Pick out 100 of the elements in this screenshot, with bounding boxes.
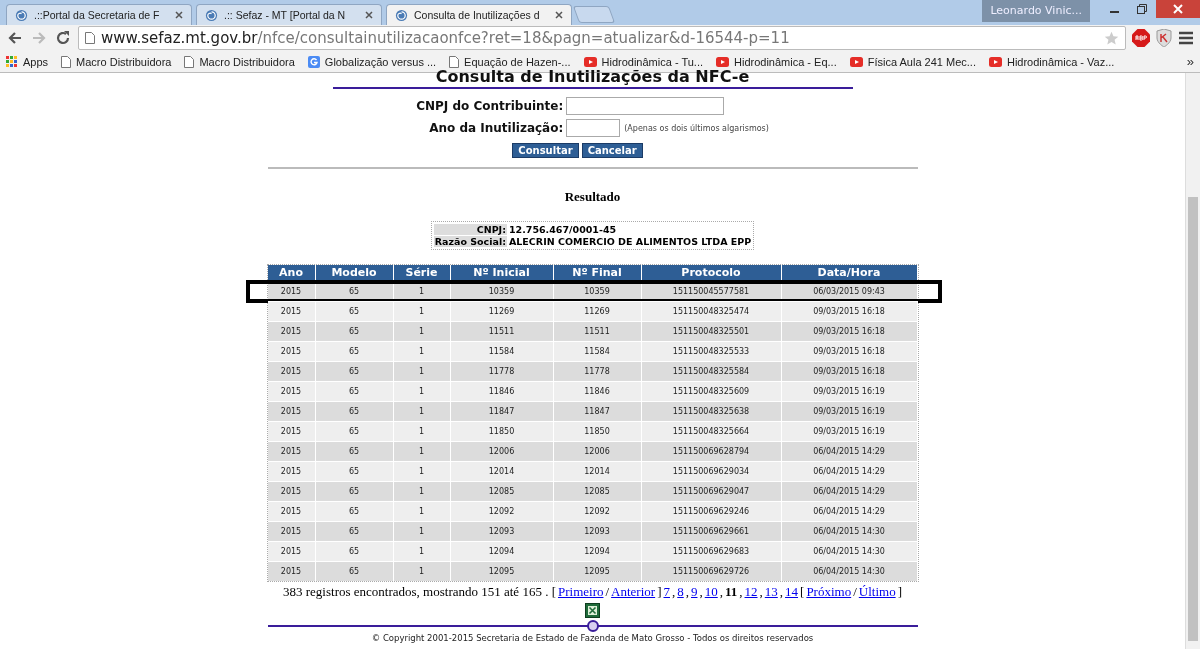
input-field[interactable] [566,119,621,137]
table-cell: 09/03/2015 16:18 [781,341,918,361]
table-cell: 09/03/2015 16:19 [781,381,918,401]
table-cell: 151150048325501 [641,321,782,341]
table-cell: 06/03/2015 09:43 [781,281,918,301]
result-heading: Resultado [564,189,621,205]
table-cell: 12093 [553,521,642,541]
close-icon[interactable] [365,11,373,19]
pagination-link[interactable]: Anterior [611,584,656,600]
table-cell: 2015 [267,461,316,481]
table-cell: 1 [393,381,451,401]
table-cell: 10359 [450,281,554,301]
table-cell: 1 [393,341,451,361]
bookmark-link[interactable]: Apps [6,55,49,68]
page-icon [85,32,95,44]
more-bookmarks-button[interactable]: » [1186,54,1194,69]
table-cell: 65 [315,541,394,561]
table-cell: 12014 [553,461,642,481]
pagination-link[interactable]: 12 [744,584,758,600]
page-title: Consulta de Inutilizações da NFC-e [332,67,853,89]
table-cell: 2015 [267,521,316,541]
form-button[interactable]: Consultar [512,143,579,158]
scrollbar[interactable] [1185,73,1200,649]
table-cell: 65 [315,401,394,421]
bookmark-link[interactable]: Hidrodinâmica - Tu... [583,55,703,68]
browser-tab[interactable]: .:: Sefaz - MT [Portal da N [196,4,382,25]
pagination-link[interactable]: 14 [785,584,799,600]
close-icon[interactable] [555,11,563,19]
menu-icon[interactable] [1178,31,1194,45]
pagination-text: , [719,584,723,600]
bookmark-link[interactable]: Globalização versus ... [307,55,437,68]
pagination-link[interactable]: 8 [677,584,684,600]
table-cell: 1 [393,361,451,381]
table-cell: 09/03/2015 16:18 [781,301,918,321]
pagination-text: / [605,584,610,600]
table-cell: 2015 [267,561,316,581]
table-cell: 12094 [450,541,554,561]
pagination-link[interactable]: Último [858,584,896,600]
table-cell: 12014 [450,461,554,481]
table-cell: 65 [315,341,394,361]
pagination-text: , [779,584,784,600]
table-cell: 65 [315,421,394,441]
table-cell: 10359 [553,281,642,301]
table-cell: 06/04/2015 14:30 [781,541,918,561]
table-cell: 65 [315,301,394,321]
column-header: Ano [267,265,316,281]
table-cell: 11778 [553,361,642,381]
swirl-icon [15,8,28,22]
pagination-link[interactable]: 9 [691,584,698,600]
star-icon[interactable] [1104,30,1119,46]
apps-grid-icon [6,55,18,68]
table-cell: 11778 [450,361,554,381]
table-cell: 65 [315,521,394,541]
input-field[interactable] [566,97,725,115]
swirl-icon [395,8,408,22]
spreadsheet-icon[interactable] [585,603,600,618]
shield-icon[interactable] [1156,29,1172,47]
bookmark-link[interactable]: Hidrodinâmica - Eq... [716,55,837,68]
bookmark-link[interactable]: Macro Distribuidora [184,55,295,68]
table-cell: 1 [393,461,451,481]
page-icon [61,55,72,68]
pagination-link[interactable]: Próximo [806,584,852,600]
table-cell: 151150048325533 [641,341,782,361]
table-cell: 06/04/2015 14:29 [781,461,918,481]
pagination-link[interactable]: 10 [704,584,718,600]
pagination-link[interactable]: 7 [663,584,670,600]
bookmark-link[interactable]: Hidrodinâmica - Vaz... [988,55,1115,68]
browser-tab[interactable]: .::Portal da Secretaria de F [6,4,192,25]
play-icon [849,56,863,67]
table-cell: 2015 [267,321,316,341]
bookmark-link[interactable]: Física Aula 241 Mec... [849,55,976,68]
table-cell: 12095 [553,561,642,581]
table-cell: 1 [393,561,451,581]
pagination-link[interactable]: Primeiro [557,584,604,600]
stop-sign-icon[interactable] [1132,29,1150,47]
table-cell: 11269 [450,301,554,321]
table-cell: 65 [315,441,394,461]
browser-tab[interactable]: Consulta de Inutilizações d [386,4,572,25]
scrollbar-thumb[interactable] [1188,197,1198,641]
column-header: Data/Hora [781,265,918,281]
column-header: Protocolo [641,265,782,281]
field-label: Ano da Inutilização: [428,121,564,135]
table-cell: 151150048325609 [641,381,782,401]
table-cell: 151150069629683 [641,541,782,561]
table-cell: 11846 [553,381,642,401]
table-cell: 151150048325638 [641,401,782,421]
table-cell: 09/03/2015 16:19 [781,421,918,441]
close-icon[interactable] [175,11,183,19]
bookmark-link[interactable]: Equação de Hazen-... [449,55,571,68]
close-button[interactable] [1156,0,1200,18]
restore-icon[interactable] [1137,4,1147,14]
table-cell: 11847 [553,401,642,421]
copyright-text: © Copyright 2001-2015 Secretaria de Estado de Fazenda de Mato Grosso - Todos os direitos reservados [371,633,814,643]
form-button[interactable]: Cancelar [581,143,643,158]
address-bar[interactable]: www.sefaz.mt.gov.br/nfce/consultainutilizacaonfce?ret=18&pagn=atualizar&d-16544-p=11 [78,26,1126,50]
reload-icon[interactable] [54,29,72,47]
pagination-text: , [685,584,689,600]
table-cell: 12093 [450,521,554,541]
pagination-link[interactable]: 13 [764,584,778,600]
bookmark-link[interactable]: Macro Distribuidora [61,55,172,68]
